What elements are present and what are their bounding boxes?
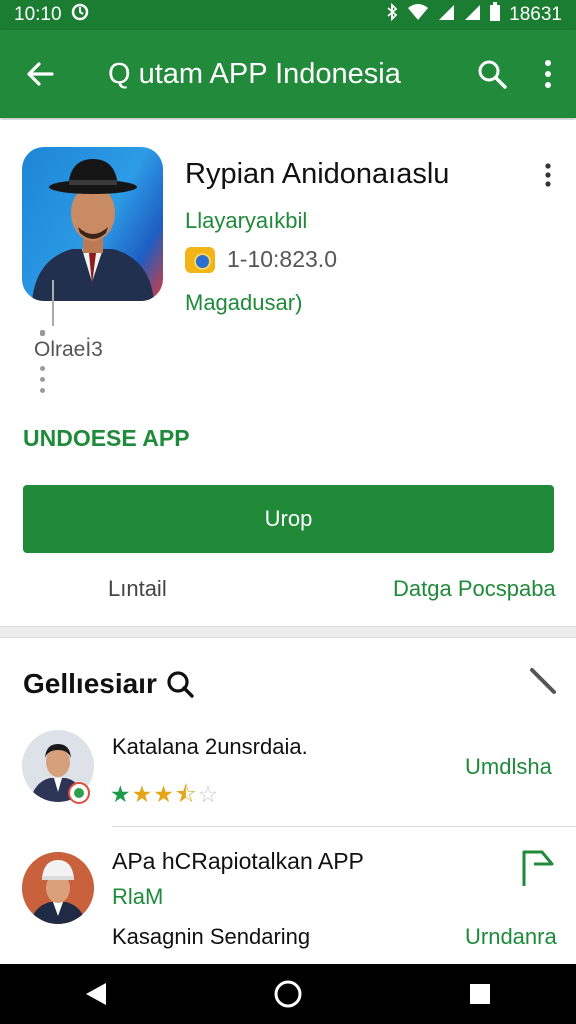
rating-badge-icon [185,246,215,273]
more-info-link[interactable]: Datga Pocspaba [393,576,556,602]
star-full-icon: ★ [131,781,154,807]
signal-icon [437,3,455,27]
overflow-menu-button[interactable] [520,30,576,118]
star-rating: ★★★⯪☆ [110,778,219,817]
nav-back-button[interactable] [66,964,126,1024]
system-nav-bar [0,964,576,1024]
wifi-icon [407,3,429,27]
signal-icon-2 [463,3,481,27]
status-time: 10:10 [14,4,62,25]
nav-recents-button[interactable] [450,964,510,1024]
edit-button[interactable] [528,666,558,696]
more-vert-icon [545,163,551,187]
portrait-icon [32,159,154,301]
bookmark-button[interactable] [520,848,556,888]
search-icon [167,671,194,698]
star-full-icon: ★ [153,781,175,807]
avatar[interactable] [22,852,94,924]
star-half-icon: ⯪ [174,781,198,807]
square-recents-icon [470,984,490,1004]
sync-icon [70,2,90,28]
battery-icon [489,2,501,28]
install-button-label: Urop [264,506,313,531]
section-divider [0,626,576,638]
person-avatar-icon [22,852,94,924]
list-item-description: Kasagnin Sendaring [112,924,311,949]
list-item-action[interactable]: Urndanra [465,924,557,950]
star-empty-icon: ☆ [197,781,220,807]
connector-line [52,280,54,326]
app-detail-card: Rypian Anidonaıaslu Llayaryaıkbil 1-10:8… [0,120,576,625]
nav-home-button[interactable] [258,964,318,1024]
status-right-text: 18631 [509,4,562,25]
list-item-subtitle: RlaM [112,884,164,909]
category-link[interactable]: Magadusar) [185,290,302,316]
details-link[interactable]: Lıntail [108,576,167,602]
status-bar: 10:10 18631 [0,0,576,30]
back-button[interactable] [0,30,80,118]
list-item-action[interactable]: Umdlsha [465,754,552,780]
app-name: Rypian Anidonaıaslu [185,158,450,190]
verified-badge-icon [68,782,90,804]
section-title-text: Gellıesiaır [23,668,157,699]
connector-dots [40,366,45,393]
list-item-title: Katalana 2unsrdaia. [112,734,308,759]
app-bar: Q utam APP Indonesia [0,30,576,118]
back-arrow-icon [27,62,54,86]
bluetooth-icon [385,2,399,27]
search-button[interactable] [464,30,520,118]
developer-link[interactable]: Llayaryaıkbil [185,208,307,234]
age-rating-label: Olraeİ3 [34,338,103,361]
app-bar-title: Q utam APP Indonesia [108,57,401,90]
circle-home-icon [274,980,302,1008]
section-title: Gellıesiaır [23,668,195,700]
triangle-back-icon [86,983,106,1005]
search-icon [478,60,507,89]
pencil-icon [530,668,556,694]
install-button[interactable]: Urop [23,485,554,553]
section-label: UNDOESE APP [23,425,190,451]
rating-text: 1-10:823.0 [227,246,337,272]
connector-dot [40,330,45,336]
row-divider [112,826,576,827]
list-item-title: APa hCRapiotalkan APP [112,848,364,874]
app-icon[interactable] [22,147,163,301]
rating-row: 1-10:823.0 [185,246,337,273]
star-full-icon: ★ [110,781,132,807]
more-vert-icon [545,60,551,88]
app-overflow-button[interactable] [535,158,561,192]
flag-icon [522,850,554,886]
